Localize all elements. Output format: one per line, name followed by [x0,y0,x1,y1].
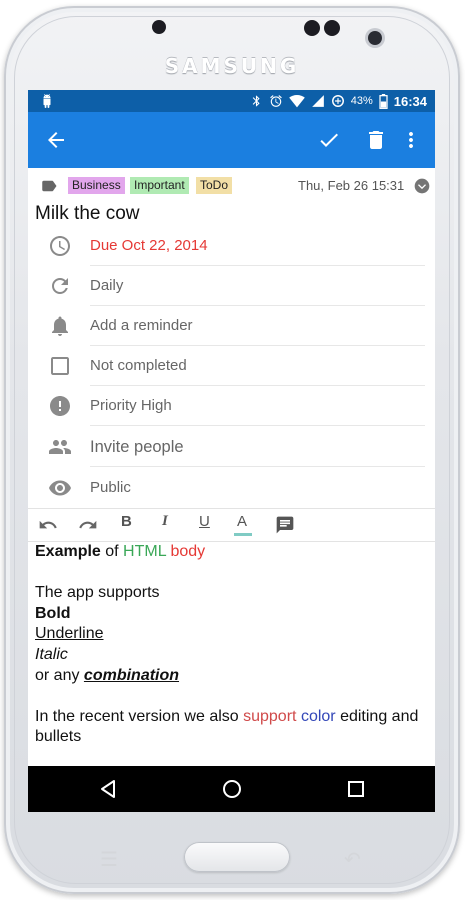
device-brand: SAMSUNG [164,54,300,78]
priority-row[interactable]: Priority High [28,386,435,426]
comment-icon[interactable] [275,515,295,535]
android-icon [43,94,51,108]
body-line-recent: In the recent version we also support co… [35,707,430,748]
due-date-row[interactable]: Due Oct 22, 2014 [28,226,435,266]
sensor-dot [152,20,166,34]
body-line-1: Example of HTML body [35,542,430,563]
nav-home-icon[interactable] [220,777,244,801]
screen: 43% 16:34 Business Important ToDo Thu, F… [28,90,435,812]
sensor-dot [304,20,320,36]
clock: 16:34 [393,93,427,109]
editor-toolbar: B I U A [28,508,435,542]
body-blank [35,563,430,584]
tag-todo[interactable]: ToDo [196,177,233,194]
label-icon[interactable] [40,177,58,195]
tag-business[interactable]: Business [68,177,125,194]
body-line-bold: Bold [35,604,71,622]
body-blank [35,686,430,707]
bell-icon [52,316,68,336]
chevron-down-icon[interactable] [414,178,430,194]
home-hardware-button[interactable] [184,842,290,872]
visibility-text: Public [90,479,131,496]
front-camera [368,31,382,45]
reminder-row[interactable]: Add a reminder [28,306,435,346]
checkbox-icon[interactable] [48,354,72,378]
visibility-row[interactable]: Public [28,468,435,508]
body-combination: combination [83,666,180,684]
priority-text: Priority High [90,397,172,414]
body-line-supports: The app supports [35,584,160,602]
signal-icon [311,95,324,107]
invite-row[interactable]: Invite people [28,427,435,467]
body-line-italic: Italic [35,645,68,663]
trash-icon[interactable] [364,128,388,152]
divider [90,425,425,426]
completed-text: Not completed [90,357,187,374]
body-bold-example: Example [35,543,101,560]
alarm-icon [269,95,282,107]
completed-row[interactable]: Not completed [28,346,435,386]
rich-text-body[interactable]: Example of HTML body The app supports Bo… [35,542,430,748]
invite-text: Invite people [90,438,184,456]
back-key-icon[interactable]: ↶ [344,847,361,872]
text-color-bar [234,533,252,536]
tag-row: Business Important ToDo Thu, Feb 26 15:3… [28,172,435,198]
divider [90,466,425,467]
battery-icon [379,93,388,109]
due-date-text: Due Oct 22, 2014 [90,237,208,254]
clock-icon [50,236,70,256]
data-saver-icon [331,95,344,107]
eye-icon [49,480,71,496]
body-color: color [300,707,336,725]
battery-level: 43% [350,95,373,107]
nav-recents-icon[interactable] [344,777,368,801]
body-line-combination: or any combination [35,666,430,687]
body-html: HTML [123,543,167,560]
body-or-any: or any [35,666,84,684]
more-vert-icon[interactable] [399,128,423,152]
app-bar [28,112,435,168]
italic-button[interactable]: I [162,513,168,530]
body-recent-pre: In the recent version we also [35,707,244,725]
system-nav-bar [28,766,435,812]
created-date: Thu, Feb 26 15:31 [298,178,405,193]
back-arrow-icon[interactable] [44,128,68,152]
underline-button[interactable]: U [199,513,210,530]
text-color-button[interactable]: A [237,513,247,530]
menu-key-icon[interactable]: ☰ [100,847,118,872]
redo-icon[interactable] [78,515,98,535]
priority-icon [50,396,70,416]
task-title[interactable]: Milk the cow [35,203,140,225]
check-icon[interactable] [317,128,341,152]
bold-button[interactable]: B [121,513,132,530]
people-icon [49,440,71,454]
reminder-text: Add a reminder [90,317,193,334]
body-of: of [100,543,124,560]
nav-back-icon[interactable] [96,777,120,801]
tag-important[interactable]: Important [130,177,189,194]
body-line-underline: Underline [35,625,104,643]
bluetooth-icon [252,95,260,107]
undo-icon[interactable] [38,515,58,535]
sensor-dot [324,20,340,36]
repeat-icon [52,278,68,294]
repeat-row[interactable]: Daily [28,266,435,306]
status-bar: 43% 16:34 [28,90,435,112]
body-support: support [243,707,297,725]
body-body: body [170,543,206,560]
repeat-text: Daily [90,277,124,294]
wifi-icon [288,94,305,107]
